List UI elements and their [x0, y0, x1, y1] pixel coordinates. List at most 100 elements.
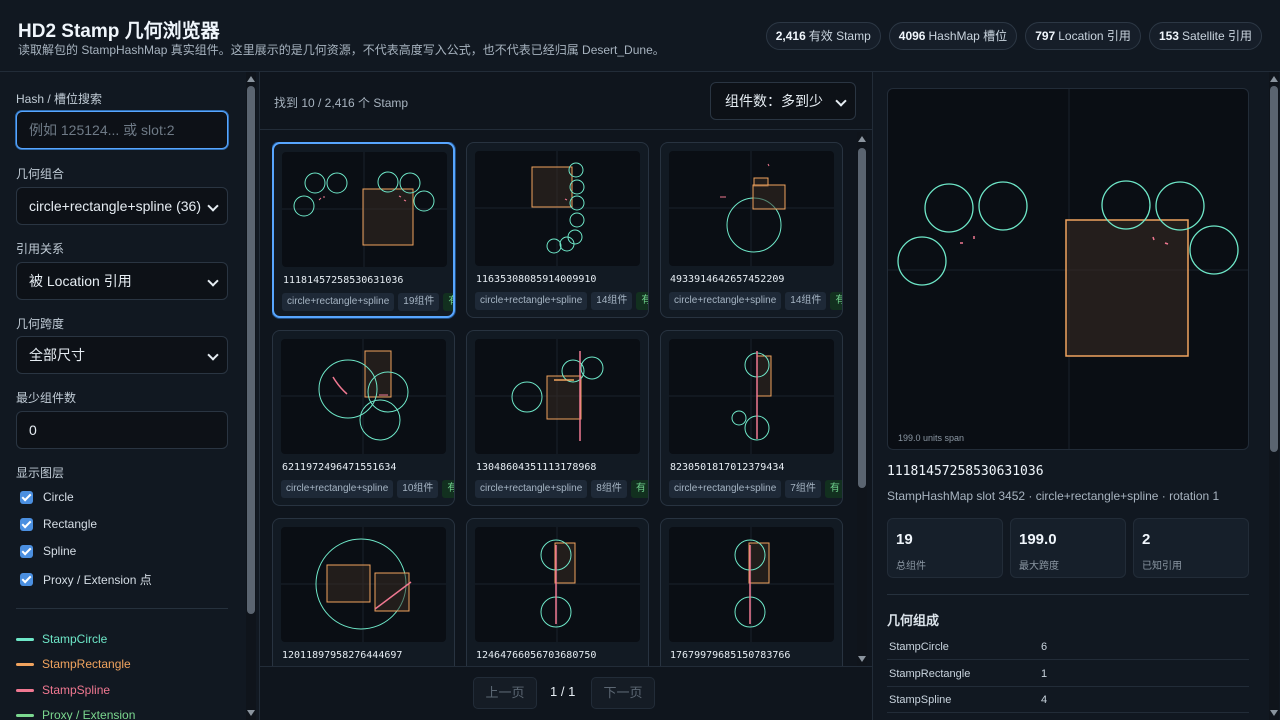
layers-label: 显示图层 — [16, 466, 65, 480]
app-subtitle: 读取解包的 StampHashMap 真实组件。这里展示的是几何资源，不代表高度… — [18, 43, 665, 57]
composition-row: StampRectangle 1 — [887, 661, 1249, 687]
sidebar-divider — [16, 608, 228, 609]
scroll-up-icon[interactable] — [247, 76, 255, 82]
search-placeholder: 例如 125124... 或 slot:2 — [29, 122, 175, 138]
count-tag: 7组件 — [785, 480, 821, 498]
reference-select[interactable]: 被 Location 引用 — [16, 262, 228, 300]
search-input[interactable]: 例如 125124... 或 slot:2 — [16, 111, 228, 149]
stat-pill-satellite-refs: 153 Satellite 引用 — [1148, 22, 1262, 50]
stamp-circle — [559, 236, 575, 252]
stamp-preview — [475, 527, 640, 642]
stat-label: 最大跨度 — [1019, 561, 1059, 572]
results-toolbar: 找到 10 / 2,416 个 Stamp 组件数：多到少 — [260, 72, 872, 130]
checkbox-checked-icon[interactable] — [20, 544, 33, 558]
stamp-preview — [475, 151, 640, 266]
scroll-up-icon[interactable] — [858, 136, 866, 142]
results-count: 找到 10 / 2,416 个 Stamp — [274, 96, 409, 110]
layer-checkbox-spline[interactable]: Spline — [20, 544, 76, 558]
layer-checkbox-rectangle[interactable]: Rectangle — [20, 517, 97, 531]
stamp-card[interactable]: 13048604351113178968 circle+rectangle+sp… — [466, 330, 649, 506]
stamp-rectangle — [531, 166, 573, 208]
min-components-input[interactable]: 0 — [16, 411, 228, 449]
stamp-circle — [413, 190, 435, 212]
stamp-hash: 8230501817012379434 — [670, 462, 785, 473]
stamp-spline — [1152, 236, 1155, 241]
stat-value: 19 — [896, 531, 913, 548]
stamp-card[interactable]: 12464766056703680750 — [466, 518, 649, 666]
legend-swatch — [16, 637, 34, 641]
page-indicator: 1 / 1 — [550, 684, 576, 699]
stamp-spline — [318, 197, 322, 201]
stamp-card[interactable]: 11181457258530631036 circle+rectangle+sp… — [272, 142, 455, 318]
component-name: StampRectangle — [889, 668, 971, 680]
stamp-tags: circle+rectangle+spline 14组件 有 — [669, 292, 842, 310]
stamp-card[interactable]: 4933914642657452209 circle+rectangle+spl… — [660, 142, 843, 318]
stat-value: 2,416 — [775, 29, 806, 43]
stamp-tags: circle+rectangle+spline 10组件 有 — [281, 480, 454, 498]
span-label: 几何跨度 — [16, 317, 65, 331]
legend-item-rectangle: StampRectangle — [16, 657, 131, 671]
stamp-card[interactable]: 17679979685150783766 — [660, 518, 843, 666]
stamp-circle — [567, 229, 583, 245]
stamp-preview — [282, 152, 447, 267]
stamp-card[interactable]: 11635308085914009910 circle+rectangle+sp… — [466, 142, 649, 318]
type-tag: circle+rectangle+spline — [475, 480, 588, 498]
geometry-select[interactable]: circle+rectangle+spline (36) — [16, 187, 228, 225]
stat-pill-valid-stamps: 2,416 有效 Stamp — [765, 22, 881, 50]
stamp-circle — [304, 172, 326, 194]
stat-value: 2 — [1142, 531, 1151, 548]
sidebar-scrollbar[interactable] — [246, 72, 256, 720]
next-page-button[interactable]: 下一页 — [591, 677, 655, 709]
layer-checkbox-circle[interactable]: Circle — [20, 490, 74, 504]
stamp-hash: 13048604351113178968 — [476, 462, 597, 473]
type-tag: circle+rectangle+spline — [281, 480, 394, 498]
composition-title: 几何组成 — [887, 613, 940, 628]
scroll-thumb[interactable] — [1270, 86, 1278, 452]
detail-scrollbar[interactable] — [1269, 72, 1279, 720]
scroll-thumb[interactable] — [858, 148, 866, 488]
reference-tag: 有 — [630, 480, 648, 498]
reference-tag: 有 — [824, 480, 842, 498]
type-tag: circle+rectangle+spline — [475, 292, 588, 310]
checkbox-checked-icon[interactable] — [20, 573, 33, 586]
stamp-circle — [580, 356, 604, 380]
stamp-rectangle — [748, 542, 770, 584]
stamp-rectangle — [326, 564, 371, 603]
legend-label: StampRectangle — [42, 657, 131, 671]
stamp-rectangle — [364, 350, 392, 398]
stamp-card[interactable]: 6211972496471551634 circle+rectangle+spl… — [272, 330, 455, 506]
scroll-down-icon[interactable] — [1270, 710, 1278, 716]
scroll-down-icon[interactable] — [247, 710, 255, 716]
scroll-up-icon[interactable] — [1270, 76, 1278, 82]
legend-swatch — [16, 662, 34, 666]
stat-pill-hashmap-slots: 4096 HashMap 槽位 — [888, 22, 1018, 50]
layer-label: Spline — [43, 544, 77, 558]
type-tag: circle+rectangle+spline — [669, 292, 782, 310]
layer-checkbox-proxy[interactable]: Proxy / Extension 点 — [20, 571, 152, 588]
span-select[interactable]: 全部尺寸 — [16, 336, 228, 374]
checkbox-checked-icon[interactable] — [20, 490, 33, 504]
scroll-thumb[interactable] — [247, 86, 255, 614]
composition-row: StampCircle 6 — [887, 634, 1249, 660]
component-name: StampCircle — [889, 641, 949, 653]
prev-page-button[interactable]: 上一页 — [473, 677, 537, 709]
type-tag: circle+rectangle+spline — [669, 480, 782, 498]
checkbox-checked-icon[interactable] — [20, 517, 33, 531]
stamp-tags: circle+rectangle+spline 8组件 有 — [475, 480, 648, 498]
stamp-preview — [669, 151, 834, 266]
span-indicator: 199.0 units span — [898, 433, 965, 443]
grid-scrollbar[interactable] — [857, 132, 867, 666]
stamp-spline — [332, 376, 348, 395]
component-name: StampSpline — [889, 694, 952, 706]
stat-value: 153 — [1158, 29, 1179, 43]
scroll-down-icon[interactable] — [858, 656, 866, 662]
sort-select[interactable]: 组件数：多到少 — [710, 82, 856, 120]
reference-tag: 有 — [636, 292, 648, 310]
stat-value: 4096 — [898, 29, 926, 43]
stamp-spline — [1164, 242, 1169, 245]
stamp-card[interactable]: 8230501817012379434 circle+rectangle+spl… — [660, 330, 843, 506]
reference-label: 引用关系 — [16, 242, 65, 256]
stamp-card[interactable]: 12011897958276444697 — [272, 518, 455, 666]
stat-total-components: 19 总组件 — [887, 518, 1003, 578]
stamp-rectangle — [752, 184, 786, 210]
